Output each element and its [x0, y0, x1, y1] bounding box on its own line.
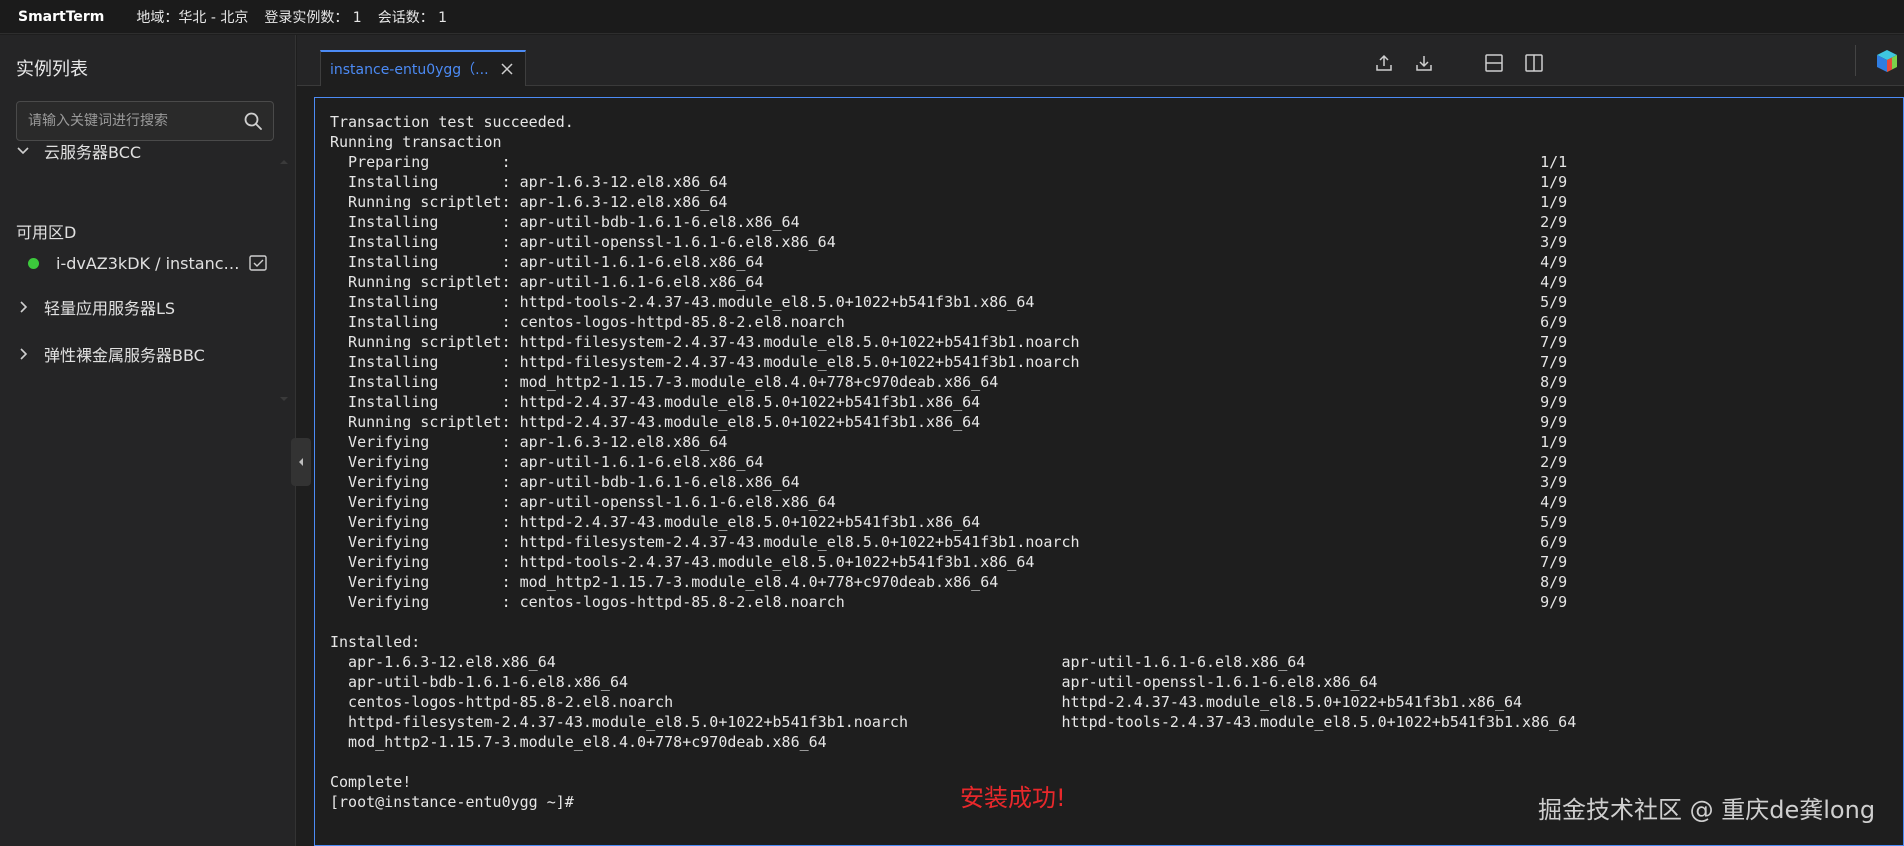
tree-group-bcc[interactable]: 云服务器BCC — [16, 139, 141, 163]
session-tab-label: instance-entu0ygg（... — [330, 62, 489, 78]
toolbar-divider — [1855, 45, 1856, 76]
terminal-line: httpd-filesystem-2.4.37-43.module_el8.5.… — [330, 713, 1577, 731]
terminal-line: apr-util-bdb-1.6.1-6.el8.x86_64 apr-util… — [330, 673, 1378, 691]
terminal-line: Verifying : mod_http2-1.15.7-3.module_el… — [330, 573, 1568, 591]
terminal-line: Installing : httpd-filesystem-2.4.37-43.… — [330, 353, 1568, 371]
terminal-line: apr-1.6.3-12.el8.x86_64 apr-util-1.6.1-6… — [330, 653, 1306, 671]
terminal-line: Installing : httpd-tools-2.4.37-43.modul… — [330, 293, 1568, 311]
terminal-line: Running scriptlet: httpd-filesystem-2.4.… — [330, 333, 1568, 351]
sessions-info: 会话数： 1 — [377, 9, 448, 26]
terminal-line: Verifying : apr-util-bdb-1.6.1-6.el8.x86… — [330, 473, 1568, 491]
terminal-line: Preparing : 1/1 — [330, 153, 1568, 171]
region-info: 地域：华北 - 北京 — [136, 9, 249, 26]
instance-label: i-dvAZ3kDK / instance... — [56, 253, 244, 273]
instance-sidebar: 实例列表 云服务器BCC 可用区D i-dvAZ3kDK / instance.… — [0, 35, 296, 846]
tree-group-label: 弹性裸金属服务器BBC — [44, 346, 205, 365]
terminal-pane[interactable]: Transaction test succeeded. Running trans… — [314, 97, 1904, 846]
terminal-line: Verifying : apr-util-1.6.1-6.el8.x86_64 … — [330, 453, 1568, 471]
search-input[interactable] — [28, 113, 238, 129]
terminal-line: Running scriptlet: httpd-2.4.37-43.modul… — [330, 413, 1568, 431]
terminal-line: Verifying : httpd-2.4.37-43.module_el8.5… — [330, 513, 1568, 531]
tree-group-bbc[interactable]: 弹性裸金属服务器BBC — [16, 342, 205, 366]
terminal-line: Installing : apr-util-openssl-1.6.1-6.el… — [330, 233, 1568, 251]
cube-logo-icon[interactable] — [1874, 48, 1900, 74]
terminal-line: Installing : httpd-2.4.37-43.module_el8.… — [330, 393, 1568, 411]
top-bar: SmartTerm 地域：华北 - 北京 登录实例数： 1 会话数： 1 — [0, 0, 1904, 34]
chevron-left-icon — [299, 458, 303, 466]
terminal-line: Installing : apr-util-bdb-1.6.1-6.el8.x8… — [330, 213, 1568, 231]
terminal-line: Installed: — [330, 633, 421, 651]
tree-group-label: 云服务器BCC — [44, 143, 142, 162]
chevron-right-icon — [20, 348, 28, 360]
logged-instances-info: 登录实例数： 1 — [264, 9, 362, 26]
sidebar-title: 实例列表 — [16, 59, 88, 80]
terminal-output: Transaction test succeeded. Running trans… — [330, 112, 1576, 812]
terminal-line: Verifying : centos-logos-httpd-85.8-2.el… — [330, 593, 1568, 611]
tree-group-label: 轻量应用服务器LS — [44, 299, 176, 318]
terminal-line: centos-logos-httpd-85.8-2.el8.noarch htt… — [330, 693, 1523, 711]
terminal-line: Installing : centos-logos-httpd-85.8-2.e… — [330, 313, 1568, 331]
terminal-line: Running scriptlet: apr-1.6.3-12.el8.x86_… — [330, 193, 1568, 211]
terminal-line: Verifying : httpd-tools-2.4.37-43.module… — [330, 553, 1568, 571]
terminal-line: Installing : mod_http2-1.15.7-3.module_e… — [330, 373, 1568, 391]
terminal-line: Complete! — [330, 773, 412, 791]
success-annotation: 安装成功! — [960, 784, 1066, 812]
terminal-line: Installing : apr-1.6.3-12.el8.x86_64 1/9 — [330, 173, 1568, 191]
scroll-down-icon[interactable] — [280, 395, 288, 403]
split-vertical-icon[interactable] — [1524, 53, 1544, 73]
sidebar-collapse-handle[interactable] — [291, 438, 311, 486]
terminal-line: Installing : apr-util-1.6.1-6.el8.x86_64… — [330, 253, 1568, 271]
terminal-line: Running scriptlet: apr-util-1.6.1-6.el8.… — [330, 273, 1568, 291]
terminal-line: Verifying : apr-1.6.3-12.el8.x86_64 1/9 — [330, 433, 1568, 451]
split-horizontal-icon[interactable] — [1484, 53, 1504, 73]
terminal-line: Transaction test succeeded. — [330, 113, 574, 131]
terminal-line: Running transaction — [330, 133, 502, 151]
close-icon[interactable] — [501, 63, 513, 75]
download-icon[interactable] — [1414, 53, 1434, 73]
watermark: 掘金技术社区 @ 重庆de龚long — [1538, 796, 1876, 824]
chevron-right-icon — [20, 301, 28, 313]
terminal-line: Verifying : httpd-filesystem-2.4.37-43.m… — [330, 533, 1568, 551]
upload-icon[interactable] — [1374, 53, 1394, 73]
search-box[interactable] — [16, 101, 274, 141]
instance-item[interactable]: i-dvAZ3kDK / instance... — [28, 253, 268, 273]
scroll-up-icon[interactable] — [280, 158, 288, 166]
open-terminal-icon[interactable] — [248, 253, 268, 273]
chevron-down-icon — [17, 147, 29, 155]
status-dot — [28, 257, 39, 269]
search-icon[interactable] — [243, 111, 263, 131]
zone-label: 可用区D — [16, 223, 77, 242]
terminal-line: Verifying : apr-util-openssl-1.6.1-6.el8… — [330, 493, 1568, 511]
terminal-line: mod_http2-1.15.7-3.module_el8.4.0+778+c9… — [330, 733, 827, 751]
tree-group-ls[interactable]: 轻量应用服务器LS — [16, 295, 175, 319]
app-brand: SmartTerm — [18, 8, 105, 25]
terminal-line: [root@instance-entu0ygg ~]# — [330, 793, 574, 811]
session-tab[interactable]: instance-entu0ygg（... — [320, 50, 526, 86]
tab-bar: instance-entu0ygg（... — [297, 35, 1904, 86]
